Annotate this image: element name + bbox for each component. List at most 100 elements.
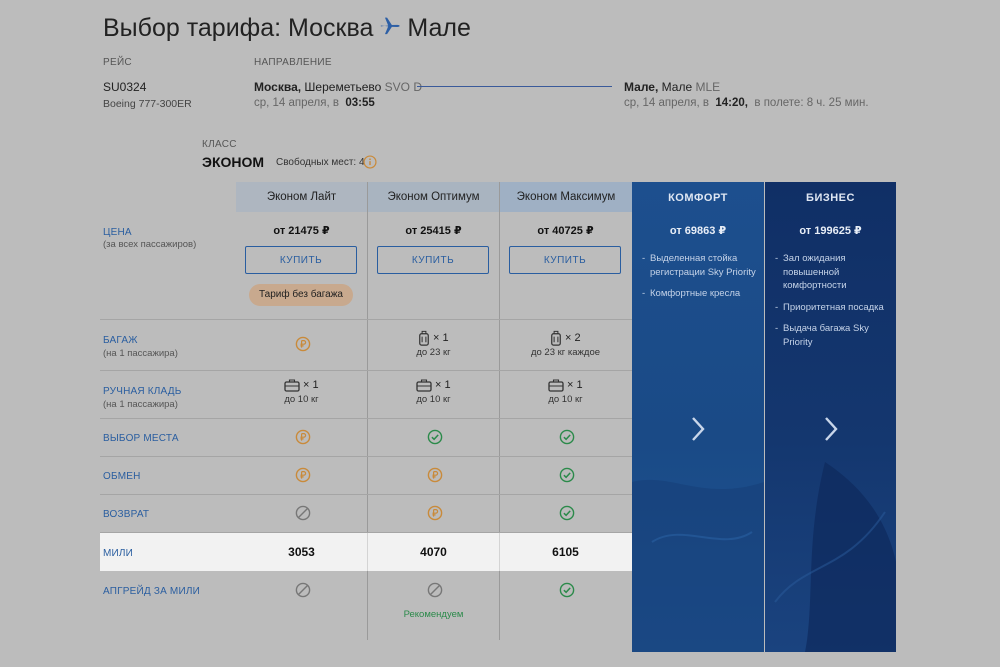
price-lite: от 21475 ₽ bbox=[273, 225, 330, 237]
business-title: БИЗНЕС bbox=[806, 192, 855, 204]
prohibited-icon bbox=[295, 505, 311, 521]
miles-optimum: 4070 bbox=[420, 545, 447, 559]
column-divider bbox=[499, 182, 500, 640]
hand-luggage-lite-qty: × 1 bbox=[303, 379, 319, 392]
tariff-header-lite: Эконом Лайт bbox=[236, 182, 367, 212]
business-feature: Выдача багажа Sky Priority bbox=[775, 322, 888, 349]
buy-button-lite[interactable]: КУПИТЬ bbox=[245, 246, 357, 274]
title-from: Выбор тарифа: Москва bbox=[103, 14, 374, 42]
hand-luggage-maximum-weight: до 10 кг bbox=[548, 394, 583, 405]
prohibited-icon bbox=[427, 582, 443, 598]
buy-button-maximum[interactable]: КУПИТЬ bbox=[509, 246, 621, 274]
arrival-place: Мале, Мале MLE bbox=[624, 80, 720, 94]
departure-city: Москва, bbox=[254, 80, 302, 94]
hand-luggage-lite-weight: до 10 кг bbox=[284, 394, 319, 405]
comfort-price: от 69863 ₽ bbox=[669, 225, 727, 237]
baggage-optimum: × 1 до 23 кг bbox=[368, 330, 499, 358]
baggage-optimum-weight: до 23 кг bbox=[416, 347, 451, 358]
briefcase-icon bbox=[284, 379, 300, 392]
row-divider bbox=[100, 494, 632, 495]
plane-icon bbox=[379, 14, 401, 43]
row-label-hand-luggage: РУЧНАЯ КЛАДЬ bbox=[103, 386, 182, 397]
price-optimum: от 25415 ₽ bbox=[405, 225, 462, 237]
chevron-right-icon[interactable] bbox=[688, 414, 708, 444]
row-label-baggage: БАГАЖ bbox=[103, 335, 138, 346]
route-line bbox=[417, 86, 612, 87]
tariff-header-optimum: Эконом Оптимум bbox=[368, 182, 499, 212]
prohibited-icon bbox=[295, 582, 311, 598]
chevron-right-icon[interactable] bbox=[821, 414, 841, 444]
comfort-class-panel[interactable]: КОМФОРТ от 69863 ₽ Выделенная стойка рег… bbox=[632, 182, 764, 652]
hand-luggage-optimum-qty: × 1 bbox=[435, 379, 451, 392]
business-feature: Приоритетная посадка bbox=[775, 301, 888, 315]
arrival-date: ср, 14 апреля, в bbox=[624, 97, 709, 109]
row-label-miles: МИЛИ bbox=[103, 548, 134, 559]
briefcase-icon bbox=[416, 379, 432, 392]
suitcase-icon bbox=[550, 330, 562, 347]
baggage-optimum-qty: × 1 bbox=[433, 332, 449, 345]
info-icon[interactable] bbox=[363, 155, 377, 174]
baggage-maximum-qty: × 2 bbox=[565, 332, 581, 345]
class-label: КЛАСС bbox=[202, 139, 237, 150]
flight-duration: в полете: 8 ч. 25 мин. bbox=[754, 97, 869, 109]
ruble-coin-icon bbox=[427, 505, 443, 521]
row-label-exchange: ОБМЕН bbox=[103, 471, 141, 482]
check-circle-icon bbox=[559, 429, 575, 445]
business-features: Зал ожидания повышенной комфортности При… bbox=[775, 252, 888, 357]
row-divider bbox=[100, 418, 632, 419]
tariff-header-maximum: Эконом Максимум bbox=[500, 182, 632, 212]
arrival-time: 14:20, bbox=[715, 97, 748, 109]
row-sub-hand-luggage: (на 1 пассажира) bbox=[103, 399, 178, 410]
buy-button-optimum[interactable]: КУПИТЬ bbox=[377, 246, 489, 274]
business-price: от 199625 ₽ bbox=[799, 225, 862, 237]
ruble-coin-icon bbox=[295, 429, 311, 445]
suitcase-icon bbox=[418, 330, 430, 347]
class-name: ЭКОНОМ bbox=[202, 154, 265, 170]
comfort-feature: Комфортные кресла bbox=[642, 287, 756, 301]
flight-number: SU0324 bbox=[103, 80, 147, 94]
arrival-city: Мале, bbox=[624, 80, 659, 94]
title-to: Мале bbox=[407, 14, 471, 42]
baggage-maximum-weight: до 23 кг каждое bbox=[530, 347, 601, 358]
flight-label: РЕЙС bbox=[103, 57, 132, 68]
hand-luggage-optimum: × 1 до 10 кг bbox=[368, 379, 499, 405]
comfort-features: Выделенная стойка регистрации Sky Priori… bbox=[642, 252, 756, 309]
hand-luggage-maximum-qty: × 1 bbox=[567, 379, 583, 392]
miles-lite: 3053 bbox=[288, 545, 315, 559]
arrival-airport: Мале bbox=[661, 80, 693, 94]
departure-airport: Шереметьево bbox=[304, 80, 382, 94]
column-divider bbox=[367, 182, 368, 640]
page-title: Выбор тарифа: Москва Мале bbox=[103, 14, 471, 43]
row-divider bbox=[100, 319, 632, 320]
direction-label: НАПРАВЛЕНИЕ bbox=[254, 57, 332, 68]
business-feature: Зал ожидания повышенной комфортности bbox=[775, 252, 888, 293]
miles-maximum: 6105 bbox=[552, 545, 579, 559]
departure-place: Москва, Шереметьево SVO D bbox=[254, 80, 422, 94]
row-label-seat: ВЫБОР МЕСТА bbox=[103, 433, 179, 444]
row-sub-price: (за всех пассажиров) bbox=[103, 239, 197, 250]
upgrade-recommend: Рекомендуем bbox=[403, 609, 464, 620]
row-label-refund: ВОЗВРАТ bbox=[103, 509, 150, 520]
departure-code: SVO D bbox=[384, 80, 422, 94]
business-class-panel[interactable]: БИЗНЕС от 199625 ₽ Зал ожидания повышенн… bbox=[765, 182, 896, 652]
departure-date: ср, 14 апреля, в bbox=[254, 97, 339, 109]
baggage-maximum: × 2 до 23 кг каждое bbox=[500, 330, 631, 358]
check-circle-icon bbox=[427, 429, 443, 445]
row-sub-baggage: (на 1 пассажира) bbox=[103, 348, 178, 359]
briefcase-icon bbox=[548, 379, 564, 392]
ruble-coin-icon bbox=[295, 336, 311, 352]
arrival-time-row: ср, 14 апреля, в 14:20, в полете: 8 ч. 2… bbox=[624, 97, 869, 109]
row-label-price: ЦЕНА bbox=[103, 227, 132, 238]
departure-time: 03:55 bbox=[345, 97, 375, 109]
hand-luggage-optimum-weight: до 10 кг bbox=[416, 394, 451, 405]
price-maximum: от 40725 ₽ bbox=[537, 225, 594, 237]
ruble-coin-icon bbox=[295, 467, 311, 483]
hand-luggage-lite: × 1 до 10 кг bbox=[236, 379, 367, 405]
no-baggage-badge: Тариф без багажа bbox=[249, 284, 353, 306]
row-divider bbox=[100, 456, 632, 457]
row-label-upgrade: АПГРЕЙД ЗА МИЛИ bbox=[103, 586, 200, 597]
check-circle-icon bbox=[559, 467, 575, 483]
check-circle-icon bbox=[559, 505, 575, 521]
arrival-code: MLE bbox=[695, 80, 721, 94]
comfort-title: КОМФОРТ bbox=[668, 192, 728, 204]
